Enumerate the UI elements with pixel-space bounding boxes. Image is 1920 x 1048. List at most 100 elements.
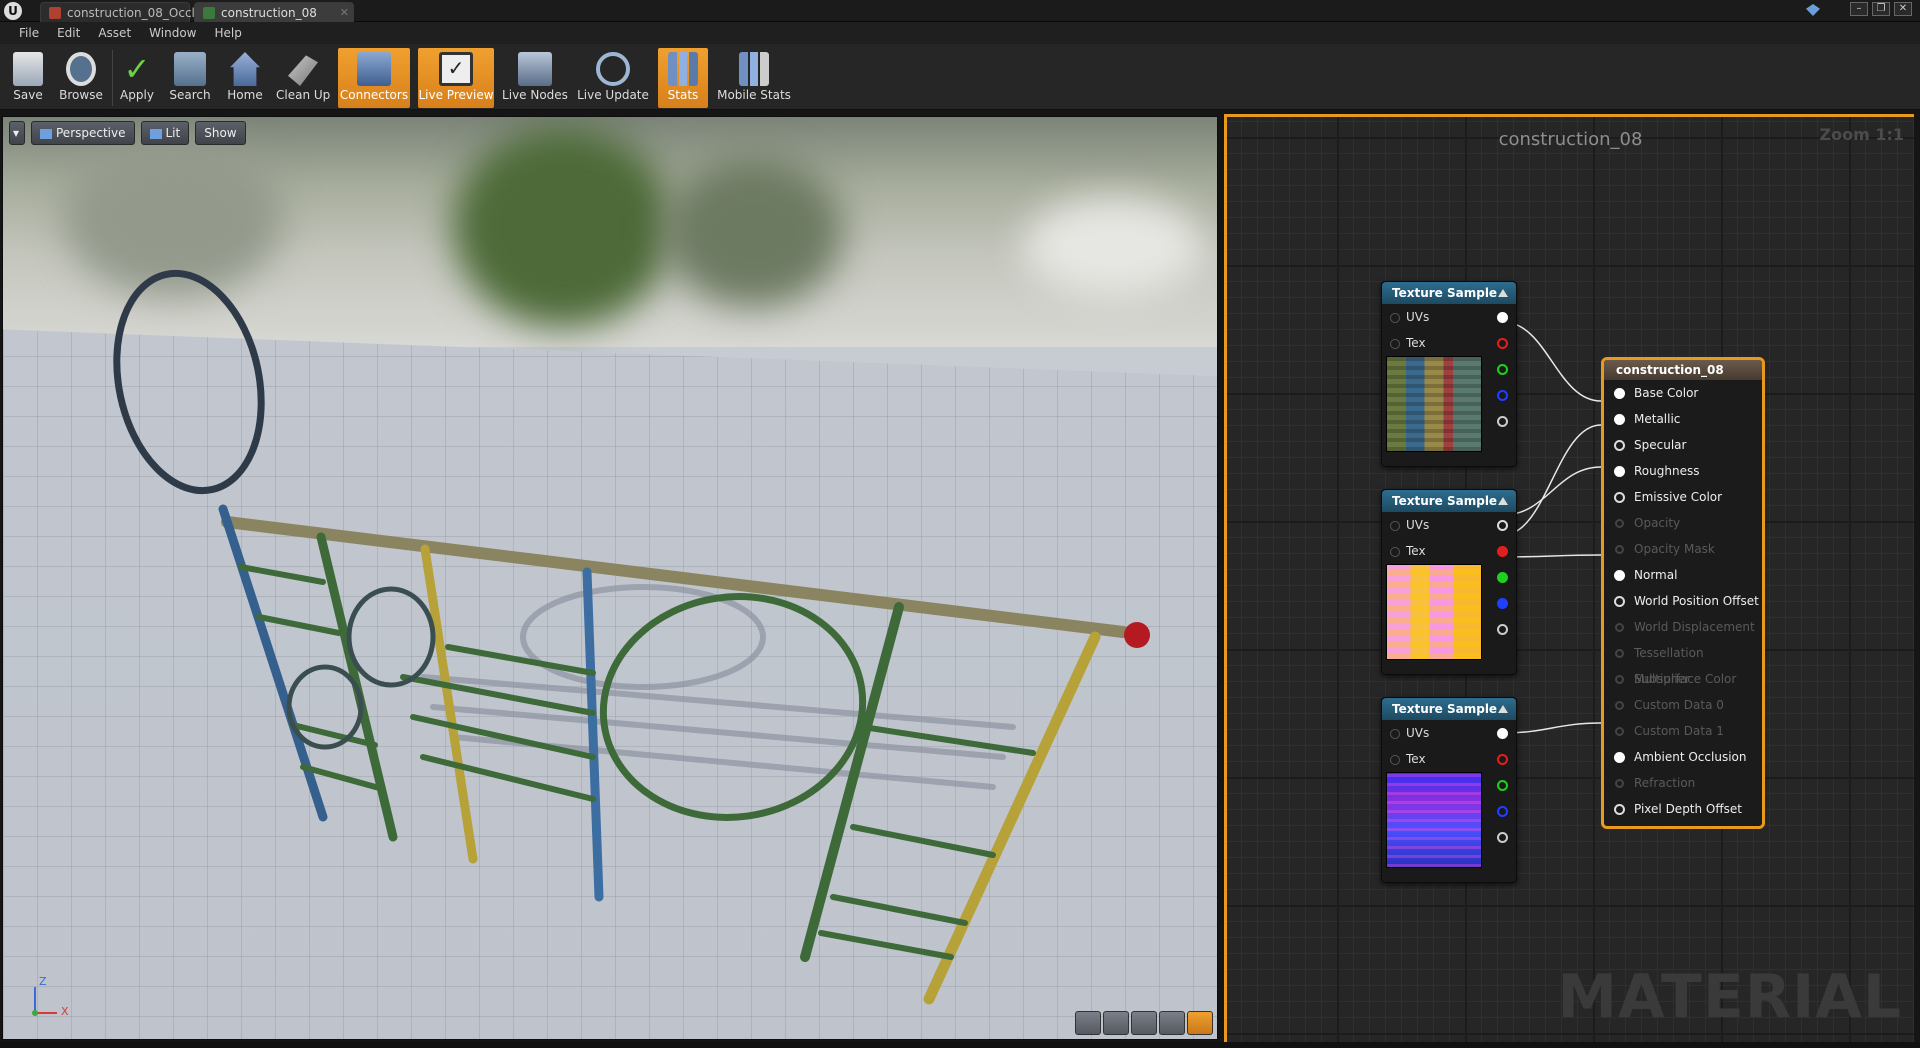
result-input-roughness[interactable]: Roughness [1604,458,1762,484]
result-input-custom-data-0[interactable]: Custom Data 0 [1604,692,1762,718]
result-input-subsurface-color[interactable]: Subsurface Color [1604,666,1762,692]
input-pin[interactable] [1615,545,1624,554]
preview-viewport[interactable]: ▾ Perspective Lit Show Z X [2,116,1218,1040]
result-input-refraction[interactable]: Refraction [1604,770,1762,796]
uvs-input-pin[interactable] [1390,729,1400,739]
feedback-icon[interactable] [1806,4,1820,16]
texture-sample-node[interactable]: Texture Sample UVs Tex [1381,489,1517,675]
browse-button[interactable]: Browse [56,48,106,108]
result-input-emissive-color[interactable]: Emissive Color [1604,484,1762,510]
input-pin[interactable] [1614,440,1625,451]
rgb-output-pin[interactable] [1497,312,1508,323]
g-output-pin[interactable] [1497,572,1508,583]
close-icon[interactable]: ✕ [340,3,349,23]
apply-button[interactable]: ✓ Apply [116,48,158,108]
result-input-world-displacement[interactable]: World Displacement [1604,614,1762,640]
rgb-output-pin[interactable] [1497,520,1508,531]
input-pin[interactable] [1615,675,1624,684]
result-input-world-position-offset[interactable]: World Position Offset [1604,588,1762,614]
result-input-opacity-mask[interactable]: Opacity Mask [1604,536,1762,562]
input-pin[interactable] [1614,596,1625,607]
menu-file[interactable]: File [10,22,48,44]
tex-input-pin[interactable] [1390,339,1400,349]
lit-button[interactable]: Lit [140,121,190,145]
result-input-ambient-occlusion[interactable]: Ambient Occlusion [1604,744,1762,770]
texture-sample-node[interactable]: Texture Sample UVs Tex [1381,697,1517,883]
mobile-stats-button[interactable]: Mobile Stats [714,48,794,108]
g-output-pin[interactable] [1497,780,1508,791]
a-output-pin[interactable] [1497,416,1508,427]
input-pin[interactable] [1614,492,1625,503]
r-output-pin[interactable] [1497,546,1508,557]
collapse-icon[interactable] [1498,289,1508,297]
result-input-opacity[interactable]: Opacity [1604,510,1762,536]
rgb-output-pin[interactable] [1497,728,1508,739]
input-pin[interactable] [1615,701,1624,710]
cube-preview-button[interactable] [1159,1011,1185,1035]
uvs-input-pin[interactable] [1390,313,1400,323]
input-pin[interactable] [1615,727,1624,736]
collapse-icon[interactable] [1498,497,1508,505]
menu-asset[interactable]: Asset [89,22,140,44]
input-pin[interactable] [1615,649,1624,658]
result-input-tessellation-multiplier[interactable]: Tessellation Multiplier [1604,640,1762,686]
g-output-pin[interactable] [1497,364,1508,375]
result-input-custom-data-1[interactable]: Custom Data 1 [1604,718,1762,744]
material-result-node[interactable]: construction_08 Base Color Metallic Specul… [1601,357,1765,829]
minimize-button[interactable]: – [1850,2,1868,16]
clean-up-button[interactable]: Clean Up [276,48,330,108]
live-update-button[interactable]: Live Update [576,48,650,108]
tab-construction-08[interactable]: construction_08 ✕ [194,2,354,22]
input-pin[interactable] [1614,388,1625,399]
a-output-pin[interactable] [1497,624,1508,635]
search-button[interactable]: Search [166,48,214,108]
show-button[interactable]: Show [195,121,246,145]
material-graph[interactable]: construction_08 Zoom 1:1 MATERIAL Textur… [1224,114,1914,1042]
save-button[interactable]: Save [6,48,50,108]
tex-input-pin[interactable] [1390,547,1400,557]
tab-occlusion[interactable]: construction_08_Occlusio [40,2,219,22]
input-pin[interactable] [1614,804,1625,815]
connectors-icon [357,52,391,86]
sphere-preview-button[interactable] [1103,1011,1129,1035]
input-pin[interactable] [1614,752,1625,763]
input-pin[interactable] [1614,414,1625,425]
home-icon [230,52,260,86]
input-pin[interactable] [1614,570,1625,581]
b-output-pin[interactable] [1497,806,1508,817]
result-input-specular[interactable]: Specular [1604,432,1762,458]
close-window-button[interactable]: ✕ [1894,2,1912,16]
menu-window[interactable]: Window [140,22,205,44]
restore-button[interactable]: ❐ [1872,2,1890,16]
menu-help[interactable]: Help [205,22,250,44]
b-output-pin[interactable] [1497,390,1508,401]
texture-sample-node[interactable]: Texture Sample UVs Tex [1381,281,1517,467]
live-preview-button[interactable]: ✓ Live Preview [418,48,494,108]
input-pin[interactable] [1614,466,1625,477]
menu-edit[interactable]: Edit [48,22,89,44]
stats-button[interactable]: Stats [658,48,708,108]
result-input-metallic[interactable]: Metallic [1604,406,1762,432]
title-bar: U construction_08_Occlusio construction_… [0,0,1920,22]
input-pin[interactable] [1615,623,1624,632]
b-output-pin[interactable] [1497,598,1508,609]
live-nodes-button[interactable]: Live Nodes [502,48,568,108]
custom-mesh-preview-button[interactable] [1187,1011,1213,1035]
plane-preview-button[interactable] [1131,1011,1157,1035]
collapse-icon[interactable] [1498,705,1508,713]
r-output-pin[interactable] [1497,754,1508,765]
result-input-normal[interactable]: Normal [1604,562,1762,588]
cylinder-preview-button[interactable] [1075,1011,1101,1035]
result-input-pixel-depth-offset[interactable]: Pixel Depth Offset [1604,796,1762,822]
viewport-options-dropdown[interactable]: ▾ [9,121,25,145]
input-pin[interactable] [1615,519,1624,528]
connectors-button[interactable]: Connectors [338,48,410,108]
tex-input-pin[interactable] [1390,755,1400,765]
input-pin[interactable] [1615,779,1624,788]
result-input-base-color[interactable]: Base Color [1604,380,1762,406]
perspective-button[interactable]: Perspective [31,121,135,145]
home-button[interactable]: Home [222,48,268,108]
uvs-input-pin[interactable] [1390,521,1400,531]
a-output-pin[interactable] [1497,832,1508,843]
r-output-pin[interactable] [1497,338,1508,349]
